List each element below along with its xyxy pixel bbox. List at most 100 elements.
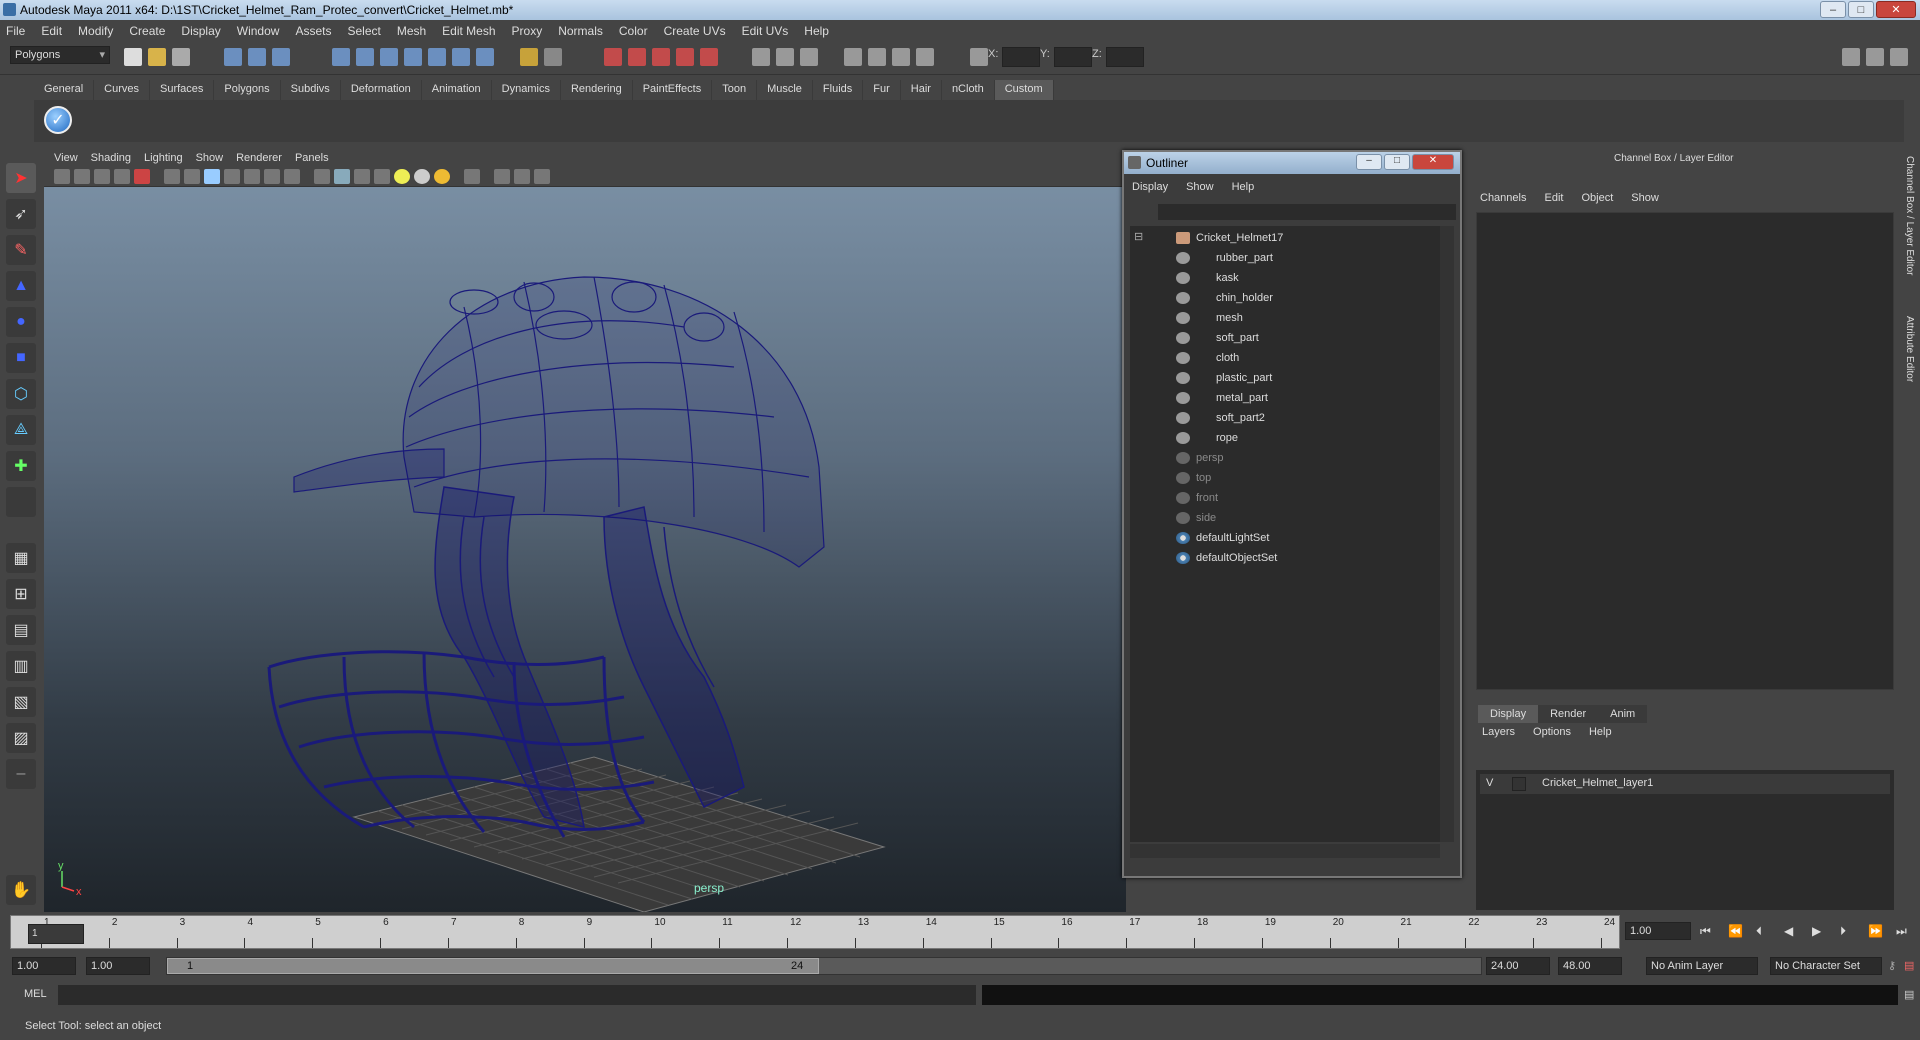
default-light-icon[interactable] xyxy=(394,169,410,184)
select-object-icon[interactable] xyxy=(248,48,266,66)
layer-visibility-toggle[interactable]: V xyxy=(1486,777,1493,789)
channel-box-area[interactable] xyxy=(1476,212,1894,690)
gate-mask-icon[interactable] xyxy=(224,169,240,184)
layer-tab-anim[interactable]: Anim xyxy=(1598,705,1648,723)
outliner-item-top[interactable]: top xyxy=(1130,470,1440,488)
shelf-tab-muscle[interactable]: Muscle xyxy=(757,80,813,100)
cb-menu-show[interactable]: Show xyxy=(1631,192,1659,204)
select-component-icon[interactable] xyxy=(272,48,290,66)
outliner-menu-show[interactable]: Show xyxy=(1186,181,1214,193)
field-chart-icon[interactable] xyxy=(244,169,260,184)
graph-persp-layout-icon[interactable]: ▥ xyxy=(6,651,36,681)
safe-title-icon[interactable] xyxy=(284,169,300,184)
grid-toggle-icon[interactable] xyxy=(164,169,180,184)
dog-ear-icon[interactable]: ✋ xyxy=(6,875,36,905)
xray-icon[interactable] xyxy=(374,169,390,184)
shelf-tab-fur[interactable]: Fur xyxy=(863,80,901,100)
outliner-filter-field[interactable] xyxy=(1158,204,1456,220)
menu-edit-mesh[interactable]: Edit Mesh xyxy=(442,24,495,38)
save-scene-icon[interactable] xyxy=(172,48,190,66)
rename-icon[interactable] xyxy=(800,48,818,66)
shelf-tab-hair[interactable]: Hair xyxy=(900,80,942,100)
animation-start-field[interactable]: 1.00 xyxy=(12,957,76,975)
layer-menu-help[interactable]: Help xyxy=(1589,726,1612,738)
show-manipulator-icon[interactable]: ✚ xyxy=(6,451,36,481)
selected-lights-icon[interactable] xyxy=(434,169,450,184)
image-plane-icon[interactable] xyxy=(114,169,130,184)
menu-file[interactable]: File xyxy=(6,24,25,38)
outliner-item-kask[interactable]: kask xyxy=(1130,270,1440,288)
script-editor-icon[interactable]: ▤ xyxy=(1904,988,1914,1001)
go-to-start-icon[interactable]: ⏮ xyxy=(1700,924,1711,939)
shelf-tab-curves[interactable]: Curves xyxy=(94,80,150,100)
scale-tool-icon[interactable]: ■ xyxy=(6,343,36,373)
relative-mode-icon[interactable] xyxy=(776,48,794,66)
new-scene-icon[interactable] xyxy=(124,48,142,66)
cb-menu-object[interactable]: Object xyxy=(1581,192,1613,204)
minimize-button[interactable]: – xyxy=(1820,1,1846,18)
render-settings-icon[interactable] xyxy=(652,48,670,66)
outliner-item-default-light-set[interactable]: defaultLightSet xyxy=(1130,530,1440,548)
ipr-render-icon[interactable] xyxy=(628,48,646,66)
menu-mesh[interactable]: Mesh xyxy=(397,24,426,38)
step-forward-key-icon[interactable]: ⏵ xyxy=(1840,924,1846,939)
high-quality-icon[interactable] xyxy=(494,169,510,184)
layer-row[interactable]: V Cricket_Helmet_layer1 xyxy=(1480,774,1890,794)
time-slider[interactable]: 1 2 3 4 5 6 7 8 9 10 11 12 13 14 15 16 17 18 19 20 21 22 23 24 xyxy=(10,915,1620,949)
play-forward-icon[interactable]: ▶ xyxy=(1812,924,1821,938)
menu-create[interactable]: Create xyxy=(129,24,165,38)
vp-menu-show[interactable]: Show xyxy=(196,152,224,164)
outliner-item-persp[interactable]: persp xyxy=(1130,450,1440,468)
lock-icon[interactable] xyxy=(520,48,538,66)
persp-graph-layout-icon[interactable]: ▨ xyxy=(6,723,36,753)
single-pane-layout-icon[interactable]: ▦ xyxy=(6,543,36,573)
side-tab-channel-box[interactable]: Channel Box / Layer Editor xyxy=(1901,156,1915,276)
current-frame-field[interactable]: 1.00 xyxy=(1625,922,1691,940)
film-gate-icon[interactable] xyxy=(184,169,200,184)
select-hierarchy-icon[interactable] xyxy=(224,48,242,66)
menu-normals[interactable]: Normals xyxy=(558,24,603,38)
camera-select-icon[interactable] xyxy=(54,169,70,184)
shadows-icon[interactable] xyxy=(534,169,550,184)
resolution-gate-icon[interactable] xyxy=(204,169,220,184)
outliner-item-rubber-part[interactable]: rubber_part xyxy=(1130,250,1440,268)
outliner-menu-help[interactable]: Help xyxy=(1232,181,1255,193)
layer-type-toggle[interactable] xyxy=(1512,777,1526,791)
menu-assets[interactable]: Assets xyxy=(295,24,331,38)
vp-menu-shading[interactable]: Shading xyxy=(91,152,131,164)
shelf-tab-fluids[interactable]: Fluids xyxy=(812,80,864,100)
snap-surface-icon[interactable] xyxy=(428,48,446,66)
x-field[interactable] xyxy=(1002,47,1040,67)
command-input[interactable] xyxy=(58,985,976,1005)
panel-layout-icon[interactable] xyxy=(844,48,862,66)
go-to-end-icon[interactable]: ⏭ xyxy=(1896,924,1907,939)
animation-end-field[interactable]: 48.00 xyxy=(1558,957,1622,975)
playback-end-field[interactable]: 24.00 xyxy=(1486,957,1550,975)
menu-help[interactable]: Help xyxy=(804,24,829,38)
range-slider[interactable]: 1 24 xyxy=(166,957,1482,975)
construction-icon[interactable] xyxy=(476,48,494,66)
snap-curve-icon[interactable] xyxy=(356,48,374,66)
outliner-close-button[interactable]: ✕ xyxy=(1412,154,1454,170)
tool-settings-icon[interactable] xyxy=(916,48,934,66)
menu-edit-uvs[interactable]: Edit UVs xyxy=(742,24,789,38)
selection-mask-icon[interactable] xyxy=(544,48,562,66)
outliner-item-metal-part[interactable]: metal_part xyxy=(1130,390,1440,408)
shelf-tab-animation[interactable]: Animation xyxy=(421,80,492,100)
snap-grid-icon[interactable] xyxy=(332,48,350,66)
shelf-tab-deformation[interactable]: Deformation xyxy=(340,80,422,100)
manipulator-tool-icon[interactable]: ⬡ xyxy=(6,379,36,409)
cb-menu-edit[interactable]: Edit xyxy=(1544,192,1563,204)
outliner-item-cricket-helmet17[interactable]: ⊟ Cricket_Helmet17 xyxy=(1130,230,1440,248)
collapse-icon[interactable]: ⊟ xyxy=(1134,230,1143,243)
shelf-tab-general[interactable]: General xyxy=(34,80,95,100)
render-view-icon[interactable] xyxy=(700,48,718,66)
side-tab-attribute-editor[interactable]: Attribute Editor xyxy=(1901,316,1915,382)
wireframe-icon[interactable] xyxy=(314,169,330,184)
layer-tab-display[interactable]: Display xyxy=(1478,705,1539,723)
menu-modify[interactable]: Modify xyxy=(78,24,113,38)
key-icon[interactable]: ⚷ xyxy=(1888,959,1896,972)
vp-menu-renderer[interactable]: Renderer xyxy=(236,152,282,164)
playback-start-field[interactable]: 1.00 xyxy=(86,957,150,975)
close-button[interactable]: ✕ xyxy=(1876,1,1916,18)
